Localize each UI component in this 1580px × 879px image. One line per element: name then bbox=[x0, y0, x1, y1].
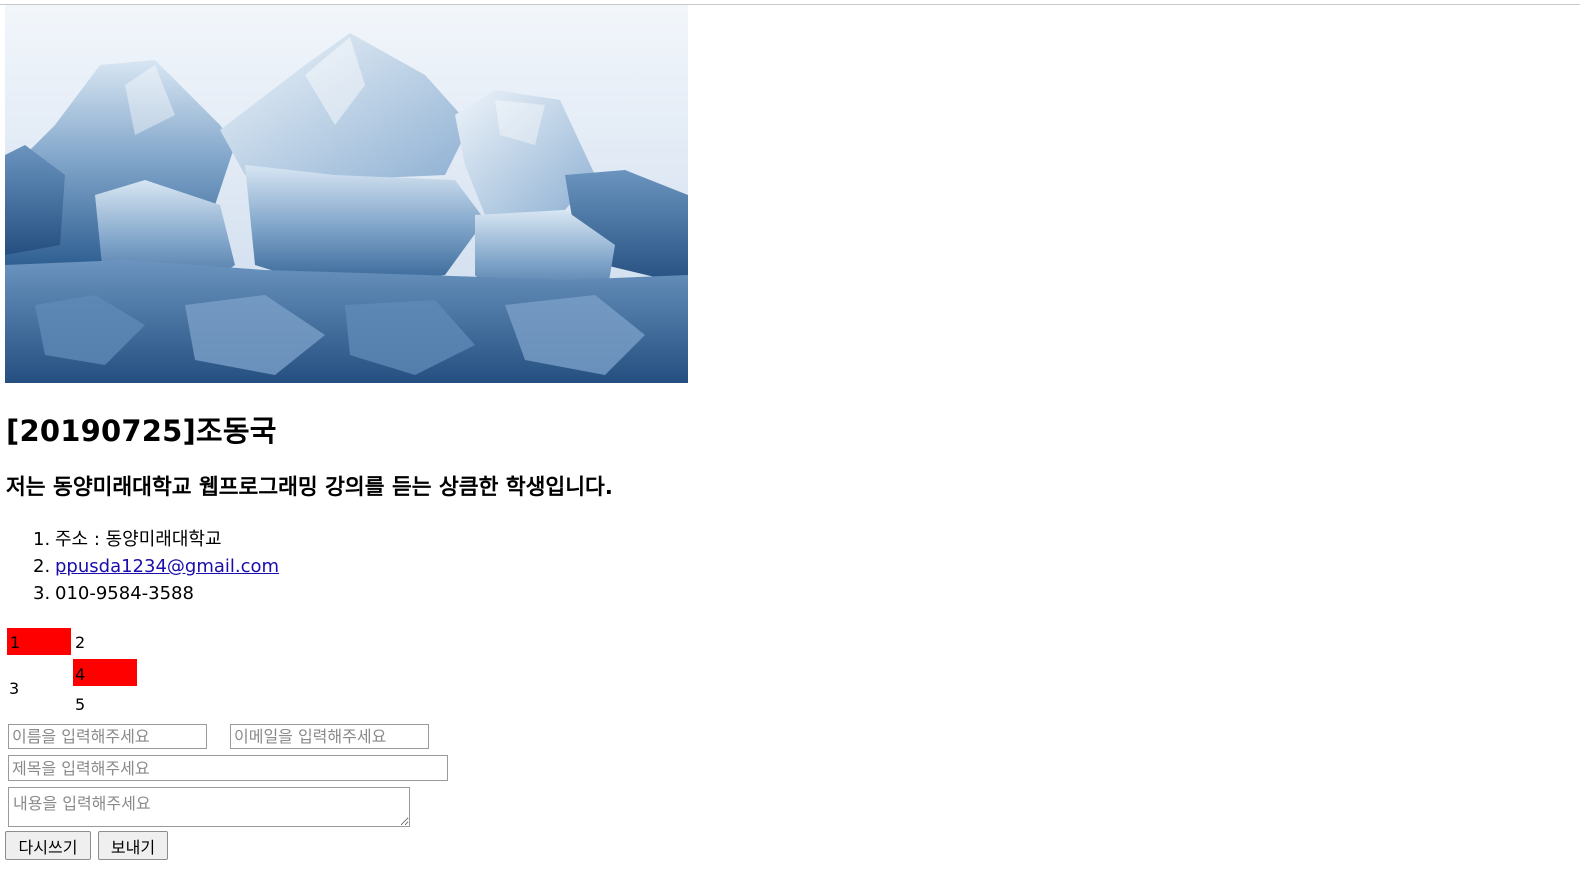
subject-input[interactable] bbox=[8, 755, 448, 781]
table-cell-1-text: 1 bbox=[10, 633, 21, 652]
phone-text: 010-9584-3588 bbox=[55, 583, 194, 604]
phone-item: 010-9584-3588 bbox=[33, 580, 279, 607]
table-cell-3: 3 bbox=[9, 679, 20, 698]
table-cell-4: 4 bbox=[73, 659, 137, 686]
intro-text: 저는 동양미래대학교 웹프로그래밍 강의를 듣는 상큼한 학생입니다. bbox=[6, 475, 613, 500]
table-cell-5: 5 bbox=[75, 695, 86, 714]
info-list: 주소 : 동양미래대학교 ppusda1234@gmail.com 010-95… bbox=[33, 526, 279, 607]
email-input[interactable] bbox=[230, 724, 429, 749]
email-link[interactable]: ppusda1234@gmail.com bbox=[55, 556, 279, 577]
submit-button[interactable]: 보내기 bbox=[98, 831, 168, 860]
table-cell-1: 1 bbox=[7, 628, 71, 655]
address-text: 주소 : 동양미래대학교 bbox=[55, 529, 222, 550]
content-textarea[interactable] bbox=[8, 787, 410, 827]
address-item: 주소 : 동양미래대학교 bbox=[33, 526, 279, 553]
email-item: ppusda1234@gmail.com bbox=[33, 553, 279, 580]
reset-button[interactable]: 다시쓰기 bbox=[5, 831, 91, 860]
name-input[interactable] bbox=[8, 724, 207, 749]
ice-cubes-image bbox=[5, 5, 688, 383]
page-title: [20190725]조동국 bbox=[6, 414, 277, 448]
table-cell-2: 2 bbox=[75, 633, 86, 652]
table-cell-4-text: 4 bbox=[75, 665, 86, 684]
